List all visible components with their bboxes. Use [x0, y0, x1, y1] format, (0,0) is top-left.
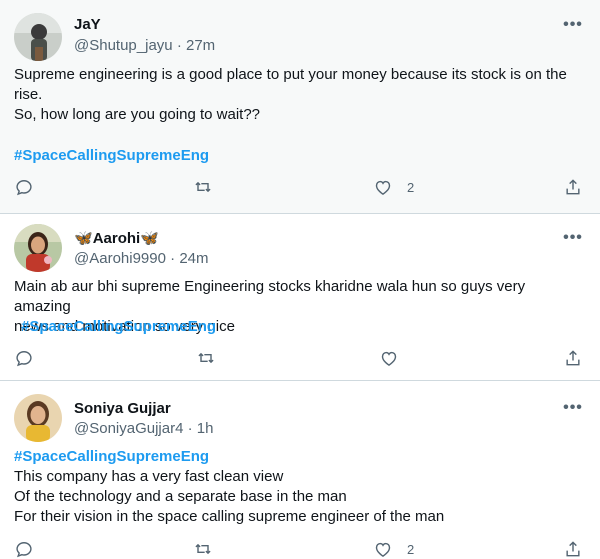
handle-meta: @SoniyaGujjar4 · 1h	[74, 420, 213, 437]
hashtag-link[interactable]: #SpaceCallingSupremeEng	[21, 318, 216, 335]
tweet-text: This company has a very fast clean view …	[14, 467, 582, 527]
hashtag-row: #SpaceCallingSupremeEng	[14, 146, 582, 166]
avatar[interactable]	[14, 13, 62, 61]
share-button[interactable]	[563, 539, 583, 559]
butterfly-icon: 🦋	[74, 230, 93, 247]
reply-button[interactable]	[14, 177, 34, 197]
more-icon[interactable]: •••	[563, 17, 583, 36]
share-button[interactable]	[563, 177, 583, 197]
more-icon[interactable]: •••	[563, 400, 583, 419]
like-button[interactable]: 2	[373, 177, 414, 197]
retweet-button[interactable]	[196, 348, 216, 368]
display-name[interactable]: JaY	[74, 16, 101, 33]
reply-icon	[16, 351, 32, 367]
retweet-button[interactable]	[193, 539, 213, 559]
like-count: 2	[407, 179, 415, 195]
hashtag-link[interactable]: #SpaceCallingSupremeEng	[14, 448, 209, 465]
tweet-aarohi[interactable]: 🦋Aarohi🦋 @Aarohi9990 · 24m ••• Main ab a…	[0, 213, 600, 380]
tweet-soniya[interactable]: Soniya Gujjar @SoniyaGujjar4 · 1h ••• #S…	[0, 380, 600, 558]
more-icon[interactable]: •••	[563, 230, 583, 249]
share-icon	[566, 179, 580, 195]
like-button[interactable]	[379, 348, 399, 368]
reply-icon	[16, 542, 32, 558]
text-line: Main ab aur bhi supreme Engineering stoc…	[14, 278, 526, 315]
like-count: 2	[407, 541, 415, 557]
text-line: Of the technology and a separate base in…	[14, 488, 347, 505]
hashtag-link[interactable]: #SpaceCallingSupremeEng	[14, 147, 209, 164]
handle-meta: @Aarohi9990 · 24m	[74, 250, 209, 267]
separator: ·	[176, 37, 182, 54]
reply-button[interactable]	[14, 539, 34, 559]
heart-icon	[381, 351, 397, 366]
retweet-button[interactable]	[193, 177, 213, 197]
text-line: Supreme engineering is a good place to p…	[14, 66, 567, 83]
share-button[interactable]	[563, 348, 583, 368]
separator: ·	[187, 420, 193, 437]
text-line: rise.	[14, 86, 43, 103]
avatar[interactable]	[14, 394, 62, 442]
tweet-jay[interactable]: JaY @Shutup_jayu · 27m ••• Supreme engin…	[0, 0, 600, 213]
share-icon	[566, 350, 580, 366]
hashtag-row: #SpaceCallingSupremeEng	[21, 317, 589, 337]
retweet-icon	[198, 352, 214, 364]
retweet-icon	[195, 543, 211, 555]
handle[interactable]: @Aarohi9990	[74, 250, 166, 267]
hashtag-row: #SpaceCallingSupremeEng	[14, 447, 582, 467]
reply-button[interactable]	[14, 348, 34, 368]
share-icon	[566, 541, 580, 557]
display-name[interactable]: 🦋Aarohi🦋	[74, 229, 159, 247]
like-button[interactable]: 2	[373, 539, 414, 559]
text-line: This company has a very fast clean view	[14, 468, 284, 485]
timestamp[interactable]: 24m	[179, 250, 208, 267]
timestamp[interactable]: 1h	[197, 420, 214, 437]
handle-meta: @Shutup_jayu · 27m	[74, 37, 215, 54]
avatar[interactable]	[14, 224, 62, 272]
butterfly-icon: 🦋	[140, 230, 159, 247]
text-line: So, how long are you going to wait??	[14, 106, 260, 123]
tweet-text: Supreme engineering is a good place to p…	[14, 65, 582, 125]
retweet-icon	[195, 181, 211, 193]
reply-icon	[16, 180, 32, 196]
heart-icon	[375, 542, 391, 557]
timestamp[interactable]: 27m	[186, 37, 215, 54]
separator: ·	[170, 250, 176, 267]
display-name[interactable]: Soniya Gujjar	[74, 400, 171, 417]
text-line: For their vision in the space calling su…	[14, 508, 445, 525]
handle[interactable]: @SoniyaGujjar4	[74, 420, 183, 437]
heart-icon	[375, 180, 391, 195]
handle[interactable]: @Shutup_jayu	[74, 37, 173, 54]
